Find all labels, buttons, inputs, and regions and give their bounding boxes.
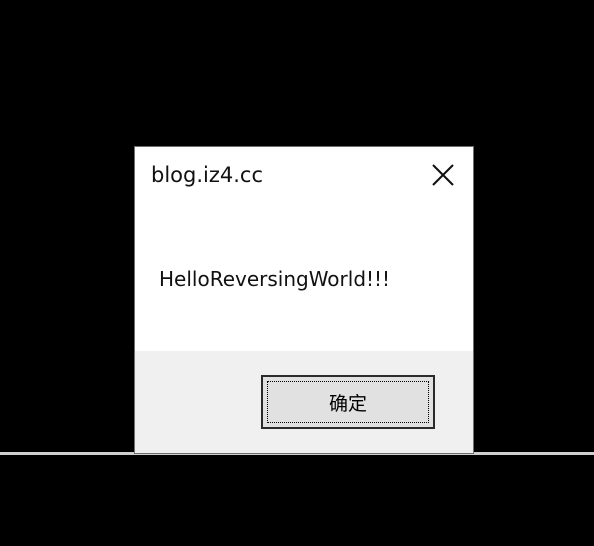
close-icon	[431, 163, 455, 187]
dialog-titlebar[interactable]: blog.iz4.cc	[135, 147, 473, 207]
message-box-dialog: blog.iz4.cc HelloReversingWorld!!! 确定	[134, 146, 474, 454]
dialog-title: blog.iz4.cc	[151, 163, 264, 187]
ok-button[interactable]: 确定	[261, 375, 435, 429]
desktop-background: blog.iz4.cc HelloReversingWorld!!! 确定	[0, 0, 594, 546]
ok-button-label: 确定	[328, 392, 367, 415]
focus-indicator: 确定	[267, 381, 429, 423]
close-button[interactable]	[423, 157, 463, 193]
dialog-message: HelloReversingWorld!!!	[159, 267, 391, 291]
